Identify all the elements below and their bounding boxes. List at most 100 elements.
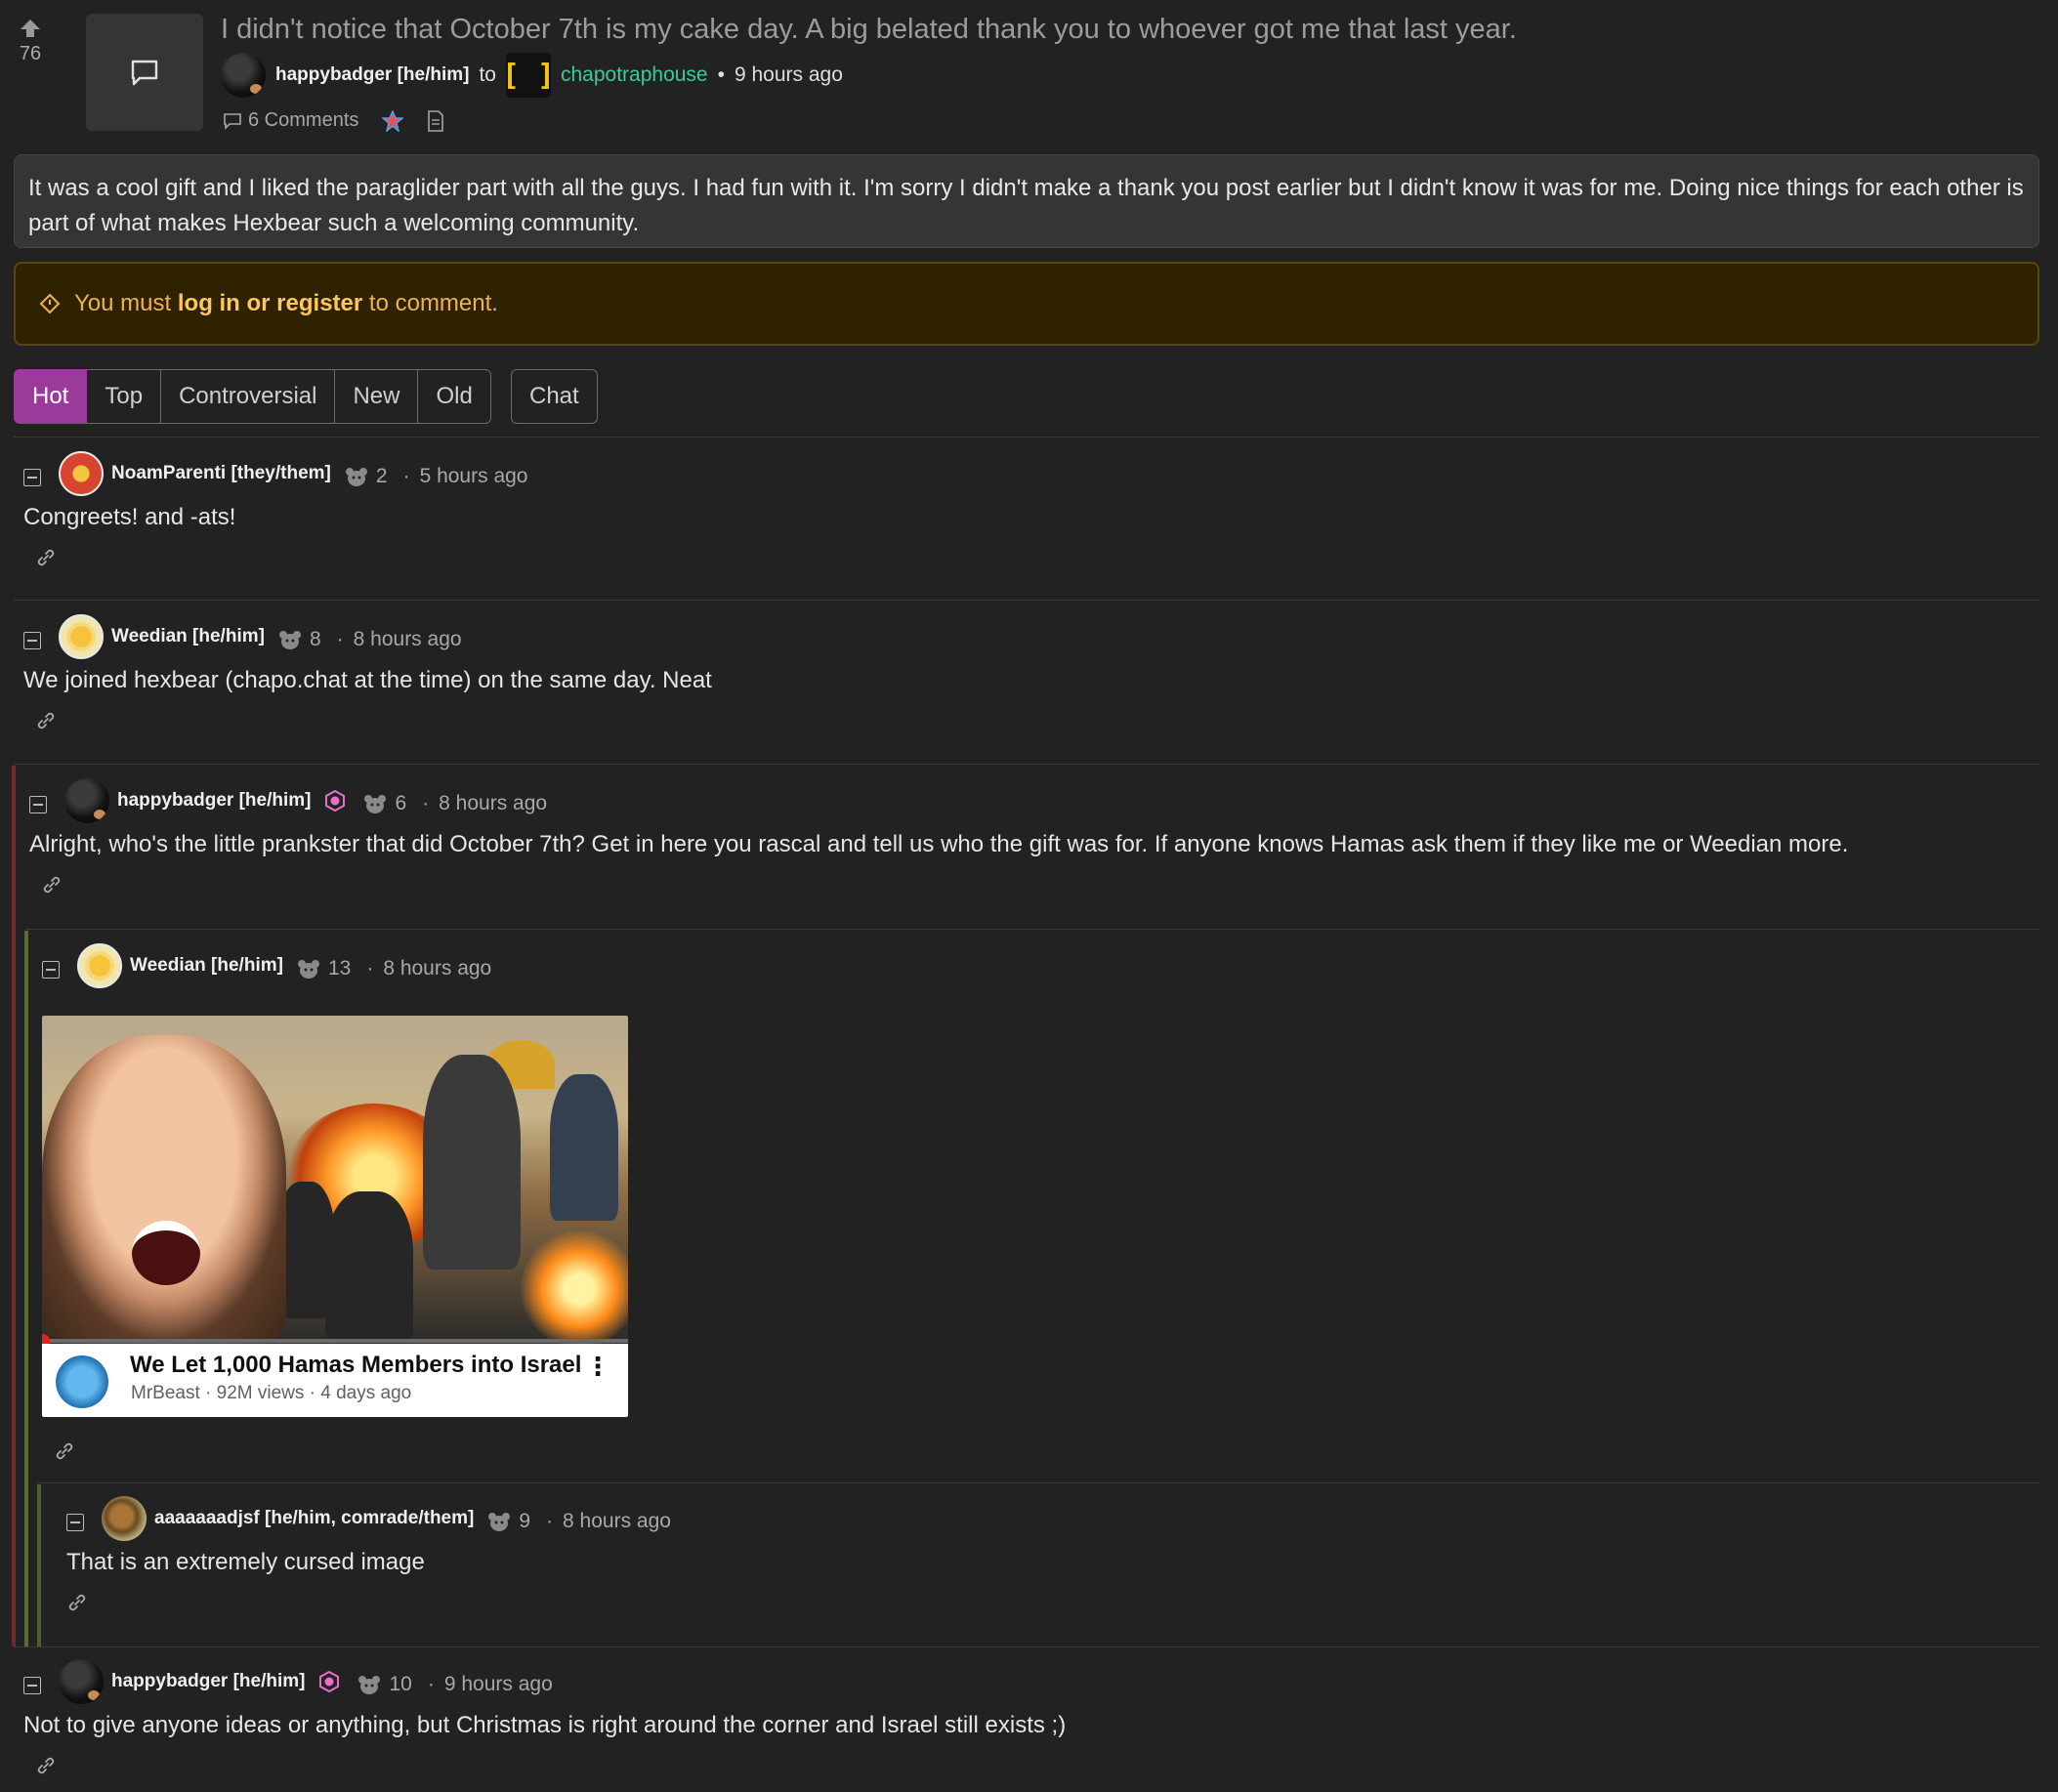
avatar[interactable] [64, 778, 109, 823]
video-title: We Let 1,000 Hamas Members into Israel [130, 1352, 582, 1378]
avatar[interactable] [59, 614, 104, 659]
comment-score: 13 [327, 957, 352, 979]
tab-new[interactable]: New [335, 369, 419, 424]
link-icon[interactable] [35, 547, 57, 568]
bear-icon[interactable] [487, 1512, 511, 1531]
login-suffix: to comment. [368, 290, 498, 316]
collapse-icon[interactable] [23, 469, 41, 486]
comment-author[interactable]: happybadger [he/him] [111, 1671, 305, 1692]
comment: Weedian [he/him] 13 · 8 hours ago We Let… [42, 941, 2035, 1467]
collapse-icon[interactable] [23, 632, 41, 649]
comment-meta: NoamParenti [they/them] 2 · 5 hours ago [23, 449, 2036, 498]
link-icon[interactable] [35, 710, 57, 731]
comment: Weedian [he/him] 8 · 8 hours ago We join… [23, 612, 2036, 736]
meta-separator: · [366, 957, 374, 979]
thread-line[interactable] [12, 766, 16, 1646]
divider [25, 929, 2039, 930]
link-icon[interactable] [66, 1592, 88, 1613]
comment-author[interactable]: Weedian [he/him] [111, 626, 265, 647]
thread-line[interactable] [37, 1484, 41, 1646]
collapse-icon[interactable] [66, 1514, 84, 1531]
comment: NoamParenti [they/them] 2 · 5 hours ago … [23, 449, 2036, 573]
comment-score: 9 [519, 1510, 531, 1532]
collapse-icon[interactable] [23, 1677, 41, 1694]
sort-tabs: Hot Top Controversial New Old [14, 369, 491, 424]
post-actions: 6 Comments [223, 109, 444, 132]
image-mouth [132, 1221, 200, 1285]
embedded-image[interactable]: We Let 1,000 Hamas Members into Israel M… [42, 1016, 628, 1417]
login-register-link[interactable]: log in or register [178, 290, 362, 316]
vote-column: 76 [14, 18, 47, 65]
bear-icon[interactable] [363, 794, 387, 813]
comment: happybadger [he/him] 6 · 8 hours ago Alr… [29, 776, 2036, 900]
comment-score: 10 [389, 1673, 412, 1695]
collapse-icon[interactable] [29, 796, 47, 813]
comment-text: We joined hexbear (chapo.chat at the tim… [23, 667, 712, 693]
thread-line[interactable] [24, 931, 28, 1646]
meta-separator: · [546, 1510, 554, 1532]
bear-icon[interactable] [278, 630, 302, 649]
link-icon[interactable] [54, 1440, 75, 1462]
comment-time: 9 hours ago [443, 1673, 553, 1695]
tab-top[interactable]: Top [87, 369, 162, 424]
post-author[interactable]: happybadger [he/him] [275, 64, 469, 86]
login-prefix: You must [74, 290, 172, 316]
hexbear-flair-icon [319, 1671, 340, 1692]
comment-text: Congreets! and -ats! [23, 504, 236, 530]
hexbear-flair-icon [325, 790, 346, 812]
comment-text: Not to give anyone ideas or anything, bu… [23, 1712, 1067, 1738]
comment-meta: Weedian [he/him] 8 · 8 hours ago [23, 612, 2036, 661]
meta-separator: · [427, 1673, 435, 1695]
comment-score: 8 [309, 628, 321, 650]
comment-score: 2 [375, 465, 388, 487]
divider [37, 1482, 2039, 1483]
comment-score: 6 [395, 792, 407, 814]
more-vertical-icon: ⋮ [585, 1352, 610, 1381]
avatar[interactable] [77, 943, 122, 988]
comment-author[interactable]: NoamParenti [they/them] [111, 463, 331, 484]
view-source-icon[interactable] [427, 109, 444, 132]
comment-author[interactable]: Weedian [he/him] [130, 955, 283, 977]
bear-icon[interactable] [297, 959, 320, 979]
tab-old[interactable]: Old [418, 369, 491, 424]
link-icon[interactable] [41, 874, 63, 896]
post-title[interactable]: I didn't notice that October 7th is my c… [221, 14, 1517, 46]
comment-text: Alright, who's the little prankster that… [29, 831, 1849, 857]
divider [14, 1646, 2039, 1647]
tab-controversial[interactable]: Controversial [161, 369, 336, 424]
post-score: 76 [19, 43, 42, 64]
comment-text: That is an extremely cursed image [66, 1549, 425, 1575]
tab-hot[interactable]: Hot [14, 369, 88, 424]
upvote-arrow-icon[interactable] [19, 18, 42, 39]
chat-button[interactable]: Chat [511, 369, 598, 424]
community-link[interactable]: chapotraphouse [561, 63, 708, 87]
comment-author[interactable]: happybadger [he/him] [117, 790, 311, 812]
crosspost-icon[interactable] [382, 109, 404, 132]
comment-time: 8 hours ago [439, 792, 548, 814]
bear-icon[interactable] [357, 1675, 381, 1694]
comment: happybadger [he/him] 10 · 9 hours ago No… [23, 1657, 2036, 1781]
comments-link[interactable]: 6 Comments [223, 109, 358, 132]
channel-avatar [56, 1355, 108, 1408]
community-icon[interactable]: [ ] [502, 53, 555, 98]
avatar[interactable] [221, 53, 266, 98]
bear-icon[interactable] [345, 467, 368, 486]
avatar[interactable] [102, 1496, 147, 1541]
comment-time: 5 hours ago [419, 465, 528, 487]
comment-count: 6 Comments [248, 109, 359, 131]
comment-author[interactable]: aaaaaaadjsf [he/him, comrade/them] [154, 1508, 474, 1529]
avatar[interactable] [59, 1659, 104, 1704]
image-figure [423, 1055, 521, 1270]
image-face [42, 1035, 286, 1344]
link-icon[interactable] [35, 1755, 57, 1776]
video-progress-track [42, 1339, 628, 1343]
warning-diamond-icon [39, 293, 61, 314]
comment-time: 8 hours ago [383, 957, 492, 979]
post-thumbnail[interactable] [86, 14, 203, 131]
byline-separator: • [717, 63, 725, 86]
meta-separator: · [336, 628, 344, 650]
login-notice: You must log in or register to comment. [14, 262, 2039, 346]
text-post-icon [131, 60, 158, 86]
avatar[interactable] [59, 451, 104, 496]
collapse-icon[interactable] [42, 961, 60, 979]
